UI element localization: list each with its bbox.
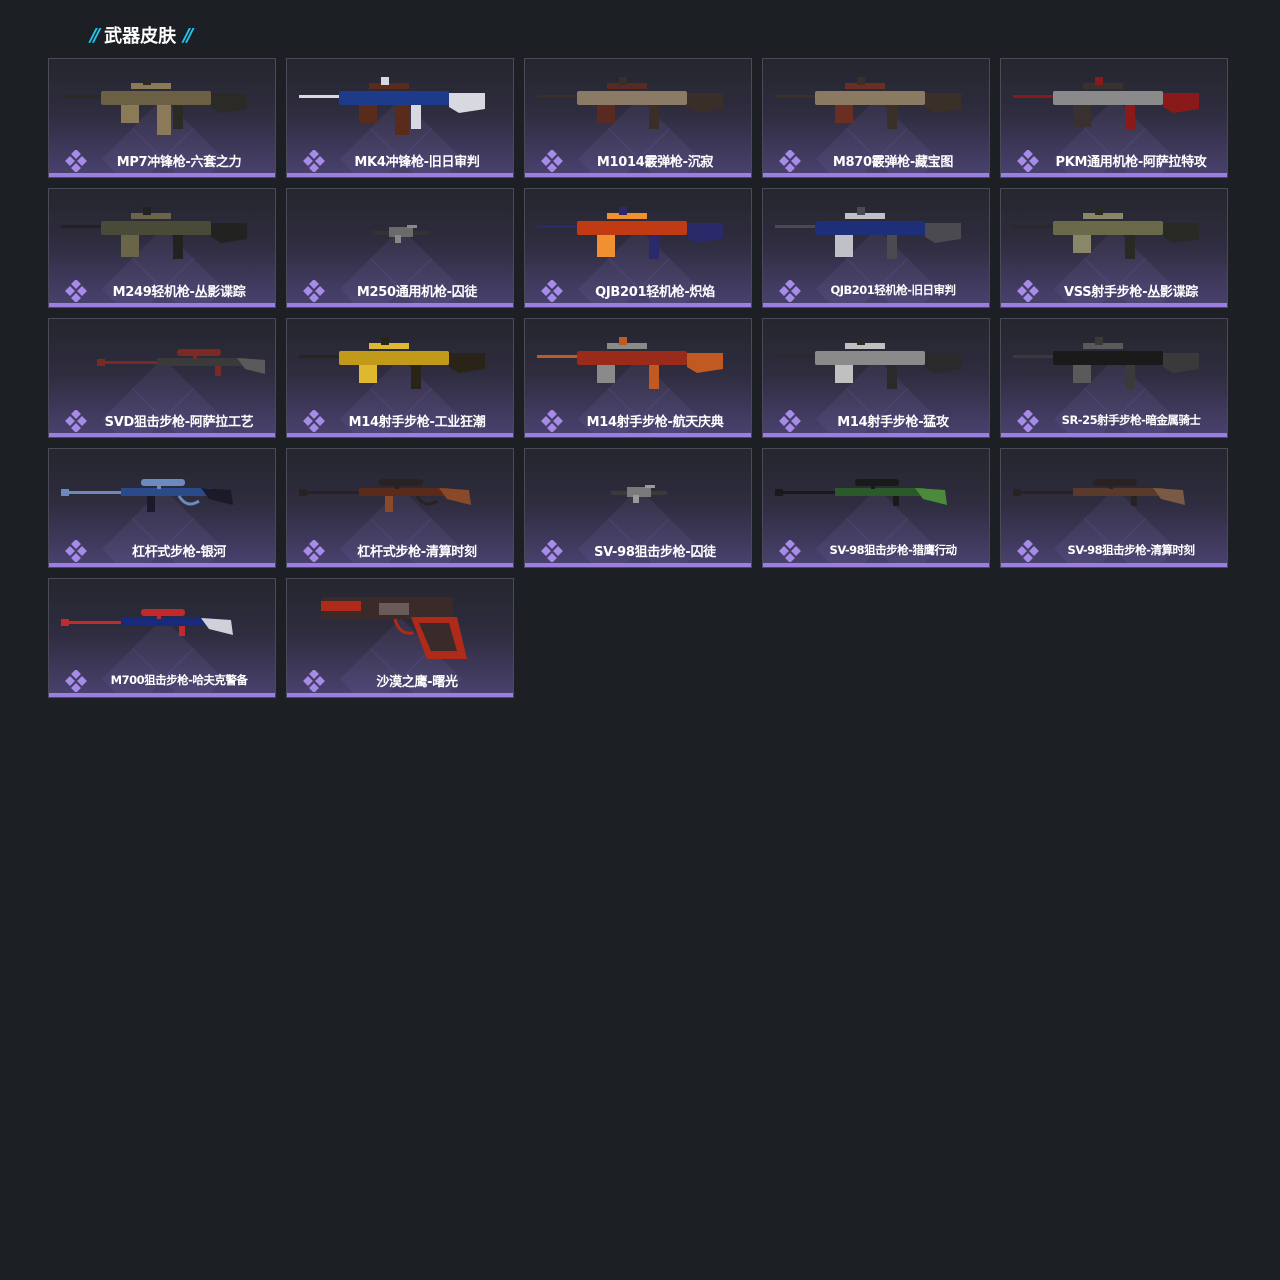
- card-label-row: QJB201轻机枪-旧日审判: [763, 279, 989, 303]
- slash-decoration-left: //: [90, 24, 100, 46]
- shotgun-icon: [537, 67, 741, 143]
- smg-icon: [299, 67, 503, 143]
- sniper-icon: [61, 327, 269, 403]
- card-label-row: SV-98狙击步枪-猎鹰行动: [763, 539, 989, 563]
- weapon-skin-card[interactable]: SV-98狙击步枪-囚徒: [524, 448, 752, 568]
- card-label-row: M1014霰弹枪-沉寂: [525, 149, 751, 173]
- sniper-icon: [775, 457, 979, 533]
- rarity-diamond-icon: [303, 409, 325, 433]
- machine-gun-icon: [299, 197, 503, 273]
- weapon-skin-card[interactable]: 杠杆式步枪-银河: [48, 448, 276, 568]
- rarity-diamond-icon: [65, 409, 87, 433]
- weapon-skin-card[interactable]: M870霰弹枪-藏宝图: [762, 58, 990, 178]
- card-label-row: M14射手步枪-航天庆典: [525, 409, 751, 433]
- rarity-diamond-icon: [779, 149, 801, 173]
- card-label-row: M870霰弹枪-藏宝图: [763, 149, 989, 173]
- rifle-icon: [299, 327, 503, 403]
- rarity-diamond-icon: [779, 409, 801, 433]
- smg-icon: [61, 67, 265, 143]
- card-label-row: VSS射手步枪-丛影谍踪: [1001, 279, 1227, 303]
- card-label-row: MP7冲锋枪-六套之力: [49, 149, 275, 173]
- rarity-diamond-icon: [65, 279, 87, 303]
- weapon-skin-card[interactable]: M14射手步枪-猛攻: [762, 318, 990, 438]
- card-label-row: M250通用机枪-囚徒: [287, 279, 513, 303]
- rarity-diamond-icon: [541, 539, 563, 563]
- machine-gun-icon: [537, 197, 741, 273]
- weapon-skin-card[interactable]: SV-98狙击步枪-清算时刻: [1000, 448, 1228, 568]
- section-header: // 武器皮肤 //: [90, 22, 193, 48]
- weapon-skin-card[interactable]: 沙漠之鹰-曙光: [286, 578, 514, 698]
- weapon-skin-card[interactable]: VSS射手步枪-丛影谍踪: [1000, 188, 1228, 308]
- rarity-diamond-icon: [65, 539, 87, 563]
- weapon-skin-card[interactable]: MK4冲锋枪-旧日审判: [286, 58, 514, 178]
- sniper-icon: [299, 457, 503, 533]
- rarity-diamond-icon: [1017, 149, 1039, 173]
- rarity-diamond-icon: [1017, 539, 1039, 563]
- weapon-skin-card[interactable]: MP7冲锋枪-六套之力: [48, 58, 276, 178]
- weapon-skin-card[interactable]: M14射手步枪-工业狂潮: [286, 318, 514, 438]
- weapon-skin-card[interactable]: M249轻机枪-丛影谍踪: [48, 188, 276, 308]
- rarity-diamond-icon: [65, 669, 87, 693]
- section-title: 武器皮肤: [104, 26, 177, 47]
- card-label-row: 沙漠之鹰-曙光: [287, 669, 513, 693]
- card-label-row: M700狙击步枪-哈夫克警备: [49, 669, 275, 693]
- weapon-skin-card[interactable]: M1014霰弹枪-沉寂: [524, 58, 752, 178]
- card-label-row: 杠杆式步枪-清算时刻: [287, 539, 513, 563]
- weapon-skin-card[interactable]: SVD狙击步枪-阿萨拉工艺: [48, 318, 276, 438]
- rarity-diamond-icon: [65, 149, 87, 173]
- machine-gun-icon: [1013, 67, 1217, 143]
- card-label-row: SVD狙击步枪-阿萨拉工艺: [49, 409, 275, 433]
- rarity-diamond-icon: [541, 149, 563, 173]
- card-label-row: SR-25射手步枪-暗金属骑士: [1001, 409, 1227, 433]
- card-label-row: SV-98狙击步枪-清算时刻: [1001, 539, 1227, 563]
- card-label-row: QJB201轻机枪-炽焰: [525, 279, 751, 303]
- rarity-diamond-icon: [303, 539, 325, 563]
- card-label-row: M14射手步枪-工业狂潮: [287, 409, 513, 433]
- weapon-skin-card[interactable]: SV-98狙击步枪-猎鹰行动: [762, 448, 990, 568]
- rarity-diamond-icon: [779, 539, 801, 563]
- rifle-icon: [1013, 327, 1217, 403]
- rarity-diamond-icon: [303, 279, 325, 303]
- weapon-skin-card[interactable]: M250通用机枪-囚徒: [286, 188, 514, 308]
- weapon-skin-grid: MP7冲锋枪-六套之力 MK4冲锋枪-旧日审判 M1014霰弹枪-沉寂 M870霰弹枪…: [48, 58, 1228, 698]
- card-label-row: M14射手步枪-猛攻: [763, 409, 989, 433]
- rarity-diamond-icon: [303, 669, 325, 693]
- machine-gun-icon: [61, 197, 265, 273]
- pistol-icon: [299, 587, 503, 663]
- rarity-diamond-icon: [1017, 279, 1039, 303]
- rifle-icon: [1013, 197, 1217, 273]
- rarity-diamond-icon: [779, 279, 801, 303]
- slash-decoration-right: //: [183, 24, 193, 46]
- card-label-row: SV-98狙击步枪-囚徒: [525, 539, 751, 563]
- rarity-diamond-icon: [541, 409, 563, 433]
- sniper-icon: [537, 457, 741, 533]
- machine-gun-icon: [775, 197, 979, 273]
- rarity-diamond-icon: [303, 149, 325, 173]
- shotgun-icon: [775, 67, 979, 143]
- weapon-skin-card[interactable]: QJB201轻机枪-旧日审判: [762, 188, 990, 308]
- sniper-icon: [61, 457, 265, 533]
- card-label-row: MK4冲锋枪-旧日审判: [287, 149, 513, 173]
- sniper-icon: [61, 587, 265, 663]
- weapon-skin-card[interactable]: 杠杆式步枪-清算时刻: [286, 448, 514, 568]
- card-label-row: PKM通用机枪-阿萨拉特攻: [1001, 149, 1227, 173]
- weapon-skin-card[interactable]: M700狙击步枪-哈夫克警备: [48, 578, 276, 698]
- rifle-icon: [537, 327, 741, 403]
- weapon-skin-card[interactable]: SR-25射手步枪-暗金属骑士: [1000, 318, 1228, 438]
- rarity-diamond-icon: [1017, 409, 1039, 433]
- sniper-icon: [1013, 457, 1217, 533]
- weapon-skin-card[interactable]: PKM通用机枪-阿萨拉特攻: [1000, 58, 1228, 178]
- card-label-row: 杠杆式步枪-银河: [49, 539, 275, 563]
- weapon-skin-card[interactable]: M14射手步枪-航天庆典: [524, 318, 752, 438]
- rarity-diamond-icon: [541, 279, 563, 303]
- card-label-row: M249轻机枪-丛影谍踪: [49, 279, 275, 303]
- rifle-icon: [775, 327, 979, 403]
- weapon-skin-card[interactable]: QJB201轻机枪-炽焰: [524, 188, 752, 308]
